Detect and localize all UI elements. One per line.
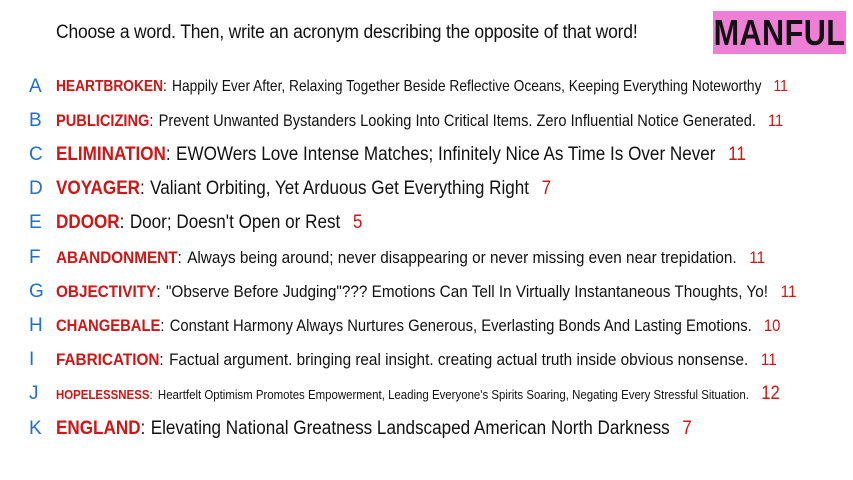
row-word: VOYAGER (56, 178, 140, 199)
row-content: ABANDONMENT: Always being around; never … (56, 248, 766, 267)
row-word: CHANGEBALE (56, 316, 161, 335)
row-score: 10 (763, 316, 781, 335)
row-score: 5 (352, 212, 363, 233)
row-score: 11 (760, 350, 777, 369)
row-acronym: Constant Harmony Always Nurtures Generou… (169, 316, 752, 335)
row-word: HEARTBROKEN (56, 78, 164, 95)
row-letter: J (29, 383, 39, 404)
row-content: VOYAGER: Valiant Orbiting, Yet Arduous G… (56, 178, 552, 199)
row-acronym: EWOWers Love Intense Matches; Infinitely… (176, 144, 716, 165)
row-letter: I (29, 349, 35, 370)
row-score: 12 (761, 383, 780, 404)
row-content: OBJECTIVITY: "Observe Before Judging"???… (56, 282, 797, 301)
row-acronym: Happily Ever After, Relaxing Together Be… (172, 78, 762, 95)
row-acronym: Factual argument. bringing real insight.… (169, 350, 749, 369)
title-word-box: MANFUL (713, 11, 846, 54)
row-word: ABANDONMENT (56, 248, 178, 267)
row-acronym: Elevating National Greatness Landscaped … (150, 418, 670, 439)
row-letter: C (29, 144, 43, 165)
row-word: ENGLAND (56, 418, 141, 439)
row-letter: E (29, 212, 42, 233)
row-letter: H (29, 315, 43, 336)
row-word: DDOOR (56, 212, 120, 233)
row-score: 7 (541, 178, 552, 199)
row-acronym: Door; Doesn't Open or Rest (129, 212, 341, 233)
title-word: MANFUL (713, 11, 846, 53)
row-letter: F (29, 247, 41, 268)
row-letter: K (29, 418, 42, 439)
row-content: CHANGEBALE: Constant Harmony Always Nurt… (56, 316, 781, 335)
row-acronym: Heartfelt Optimism Promotes Empowerment,… (157, 386, 749, 402)
row-acronym: Valiant Orbiting, Yet Arduous Get Everyt… (150, 178, 530, 199)
row-word: HOPELESSNESS (56, 386, 150, 402)
row-score: 11 (728, 144, 746, 165)
row-score: 11 (767, 111, 784, 130)
row-word: OBJECTIVITY (56, 282, 157, 301)
row-content: ENGLAND: Elevating National Greatness La… (56, 418, 692, 439)
prompt-text: Choose a word. Then, write an acronym de… (56, 22, 638, 43)
row-content: DDOOR: Door; Doesn't Open or Rest 5 (56, 212, 363, 233)
row-letter: D (29, 178, 43, 199)
row-acronym: Prevent Unwanted Bystanders Looking Into… (158, 111, 756, 130)
row-score: 11 (749, 248, 766, 267)
row-acronym: "Observe Before Judging"??? Emotions Can… (165, 282, 768, 301)
row-letter: G (29, 281, 44, 302)
row-content: HEARTBROKEN: Happily Ever After, Relaxin… (56, 78, 788, 95)
row-word: ELIMINATION (56, 144, 166, 165)
row-letter: A (29, 76, 42, 97)
row-word: FABRICATION (56, 350, 160, 369)
row-score: 7 (682, 418, 692, 439)
row-content: ELIMINATION: EWOWers Love Intense Matche… (56, 144, 746, 165)
row-content: HOPELESSNESS: Heartfelt Optimism Promote… (56, 383, 780, 404)
row-content: PUBLICIZING: Prevent Unwanted Bystanders… (56, 111, 784, 130)
row-letter: B (29, 110, 42, 131)
row-score: 11 (773, 78, 788, 95)
row-acronym: Always being around; never disappearing … (187, 248, 737, 267)
row-word: PUBLICIZING (56, 111, 150, 130)
row-score: 11 (780, 282, 797, 301)
row-content: FABRICATION: Factual argument. bringing … (56, 350, 777, 369)
